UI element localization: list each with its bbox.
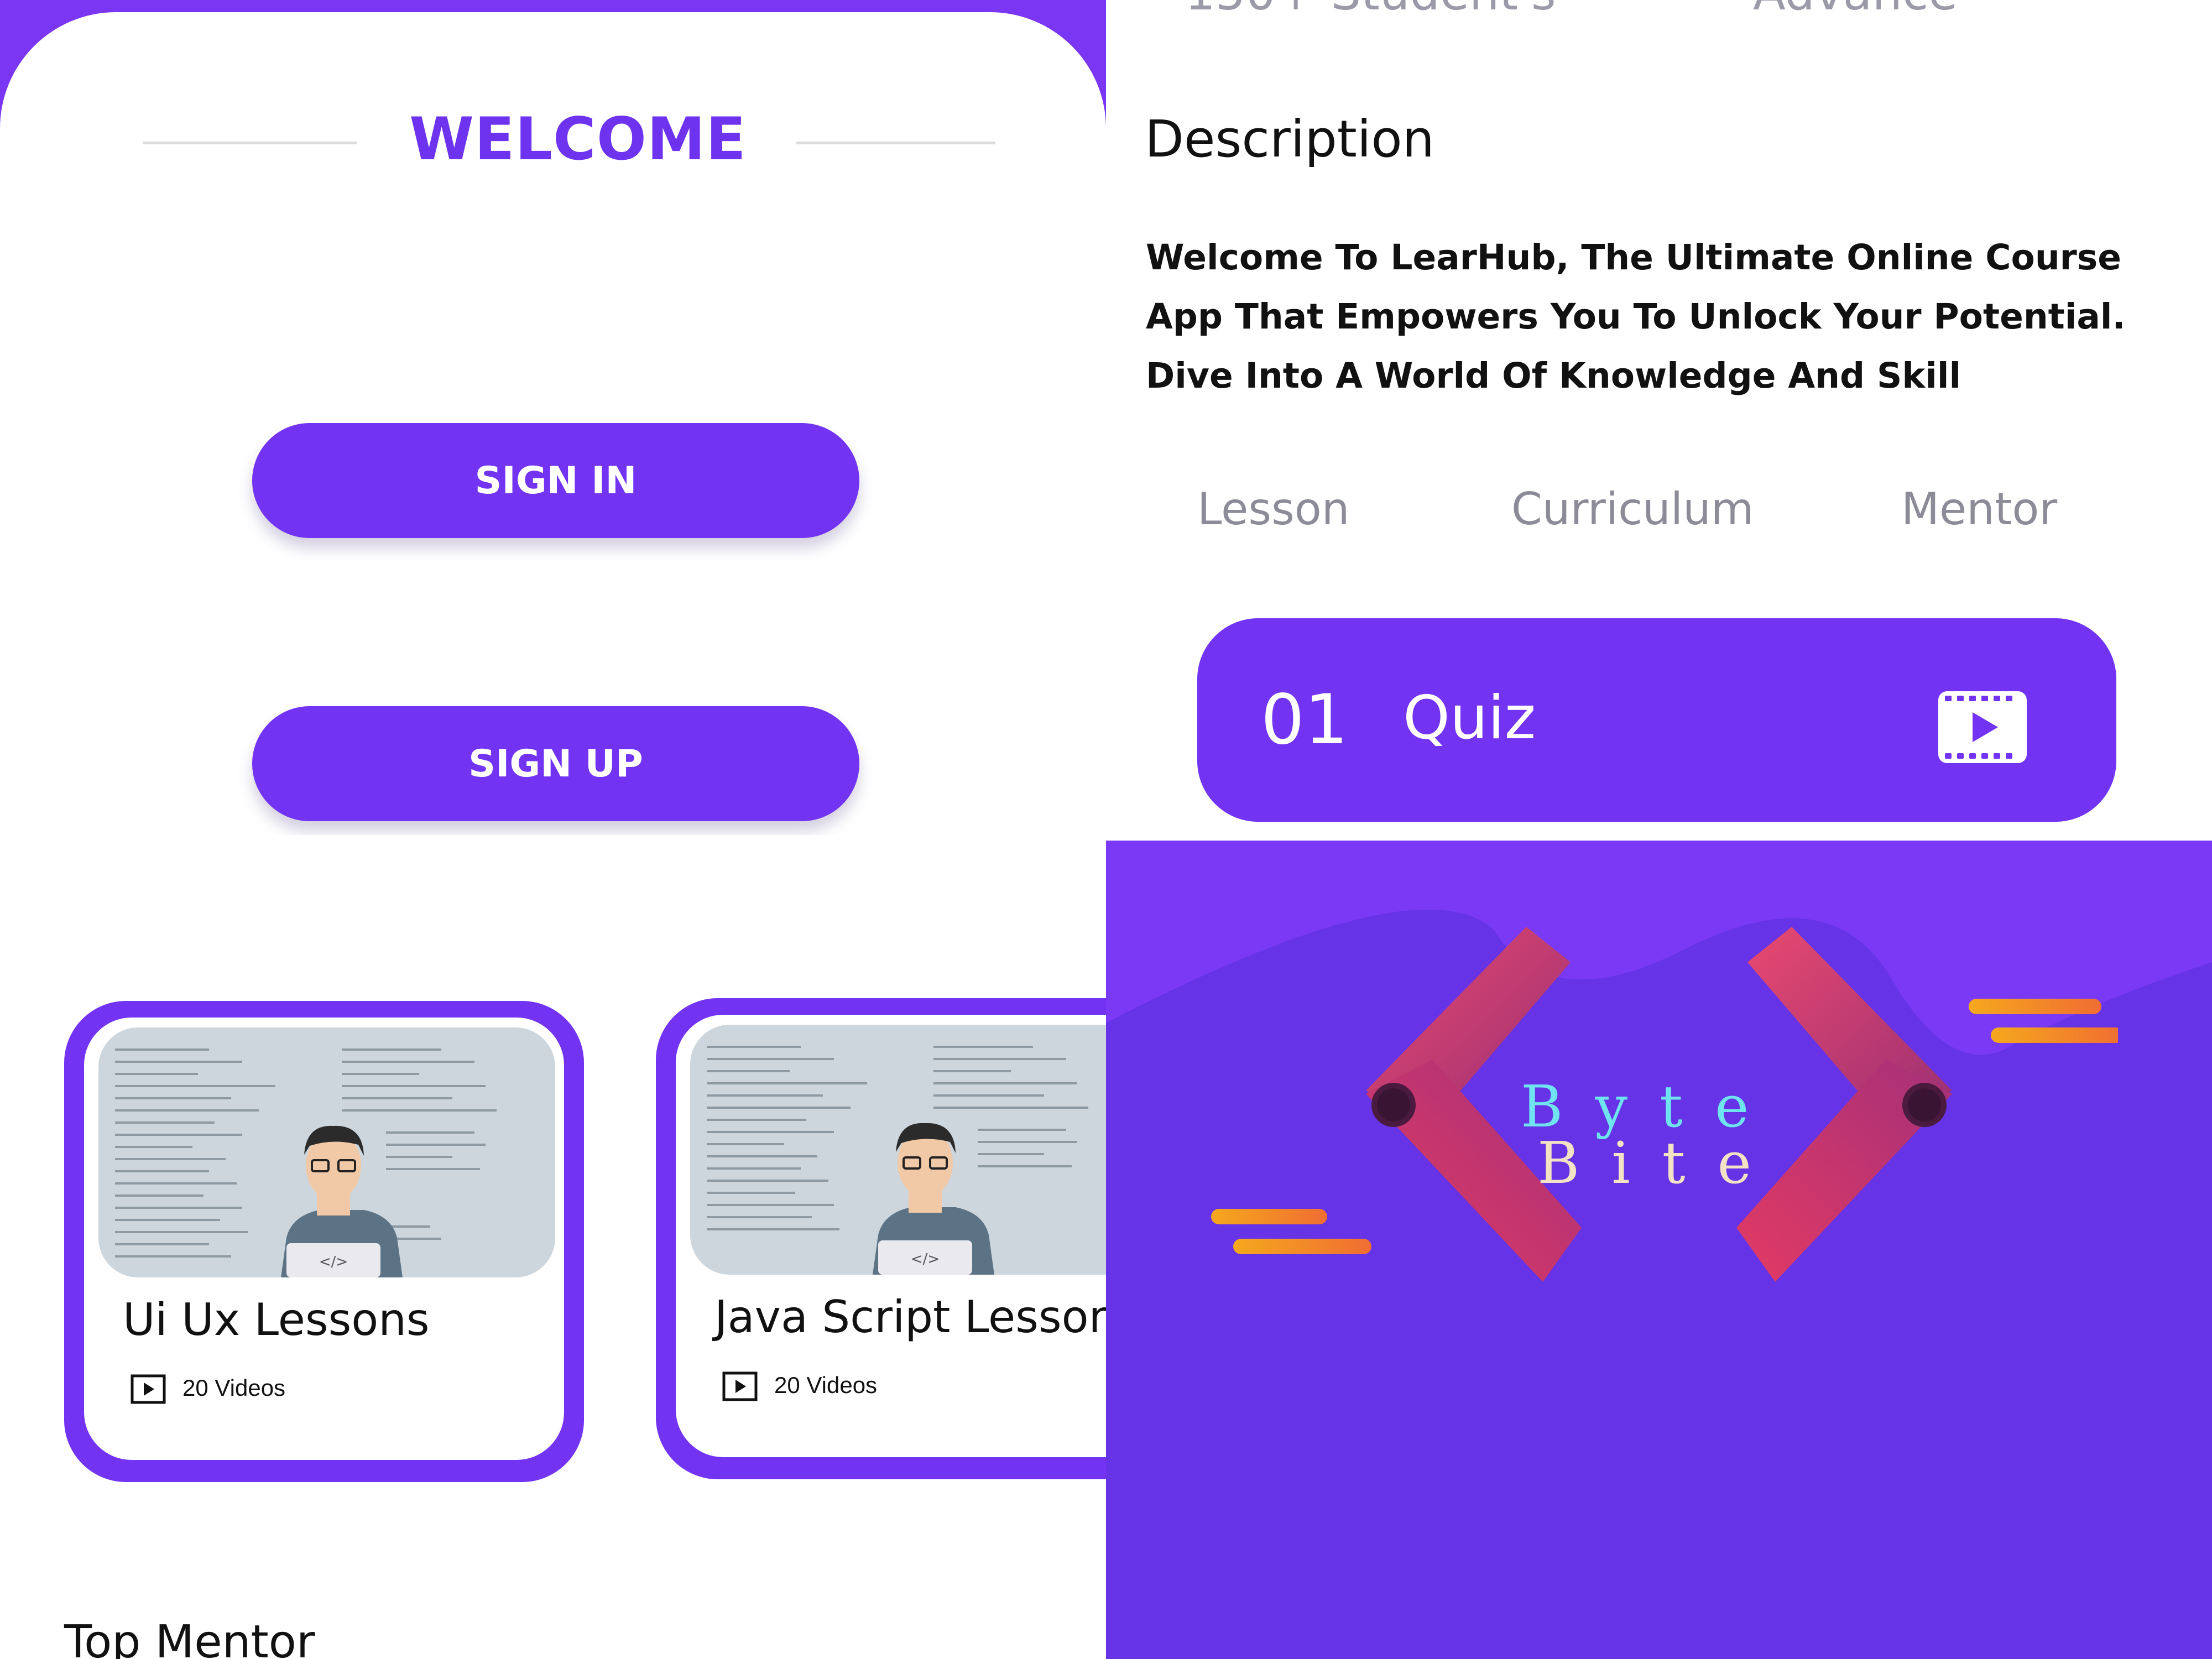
video-play-icon[interactable] bbox=[1938, 691, 2027, 763]
lesson-item-quiz[interactable]: 01 Quiz bbox=[1197, 618, 2116, 822]
students-stat: 150+ Student's bbox=[1185, 0, 1556, 21]
description-line: Dive Into A World Of Knowledge And Skill bbox=[1146, 356, 1961, 396]
level-stat: Advance bbox=[1753, 0, 1958, 21]
lesson-number: 01 bbox=[1261, 680, 1348, 760]
lesson-title: Quiz bbox=[1403, 684, 1536, 753]
lesson-card[interactable]: </> Ui Ux Lessons 20 Videos bbox=[64, 1001, 584, 1482]
description-line: App That Empowers You To Unlock Your Pot… bbox=[1146, 296, 2126, 337]
svg-text:</>: </> bbox=[319, 1254, 348, 1270]
lesson-card-video-count: 20 Videos bbox=[182, 1375, 286, 1401]
welcome-title: WELCOME bbox=[409, 105, 747, 173]
welcome-screen: WELCOME SIGN IN SIGN UP bbox=[0, 0, 1106, 835]
tab-curriculum[interactable]: Curriculum bbox=[1511, 483, 1754, 535]
svg-text:</>: </> bbox=[911, 1251, 940, 1267]
top-mentor-heading: Top Mentor bbox=[64, 1616, 315, 1659]
logo-word-bite: Bite bbox=[1537, 1129, 1784, 1197]
lesson-card[interactable]: </> Java Script Lessons 20 Videos bbox=[656, 998, 1106, 1479]
play-icon bbox=[722, 1371, 758, 1401]
sign-in-button[interactable]: SIGN IN bbox=[252, 423, 859, 538]
description-text: Welcome To LearHub, The Ultimate Online … bbox=[1146, 228, 2197, 405]
play-icon bbox=[131, 1374, 166, 1404]
lessons-screen: </> Ui Ux Lessons 20 Videos </> Java Scr… bbox=[0, 841, 1106, 1659]
lesson-card-video-count: 20 Videos bbox=[774, 1372, 878, 1398]
splash-screen: Byte Bite bbox=[1106, 841, 2212, 1659]
divider-right bbox=[796, 142, 995, 144]
description-heading: Description bbox=[1145, 109, 1434, 169]
course-detail-screen: 150+ Student's Advance Description Welco… bbox=[1106, 0, 2212, 841]
lesson-card-title: Java Script Lessons bbox=[714, 1291, 1106, 1343]
divider-left bbox=[143, 142, 357, 144]
sign-up-button[interactable]: SIGN UP bbox=[252, 706, 859, 821]
lesson-thumbnail: </> bbox=[98, 1027, 555, 1277]
lesson-card-title: Ui Ux Lessons bbox=[123, 1294, 430, 1345]
tab-mentor[interactable]: Mentor bbox=[1901, 483, 2057, 535]
description-line: Welcome To LearHub, The Ultimate Online … bbox=[1146, 237, 2121, 278]
lesson-thumbnail: </> bbox=[690, 1025, 1106, 1275]
tab-lesson[interactable]: Lesson bbox=[1197, 483, 1349, 535]
lesson-card-body: </> Ui Ux Lessons 20 Videos bbox=[84, 1018, 564, 1460]
lesson-card-body: </> Java Script Lessons 20 Videos bbox=[676, 1015, 1106, 1457]
